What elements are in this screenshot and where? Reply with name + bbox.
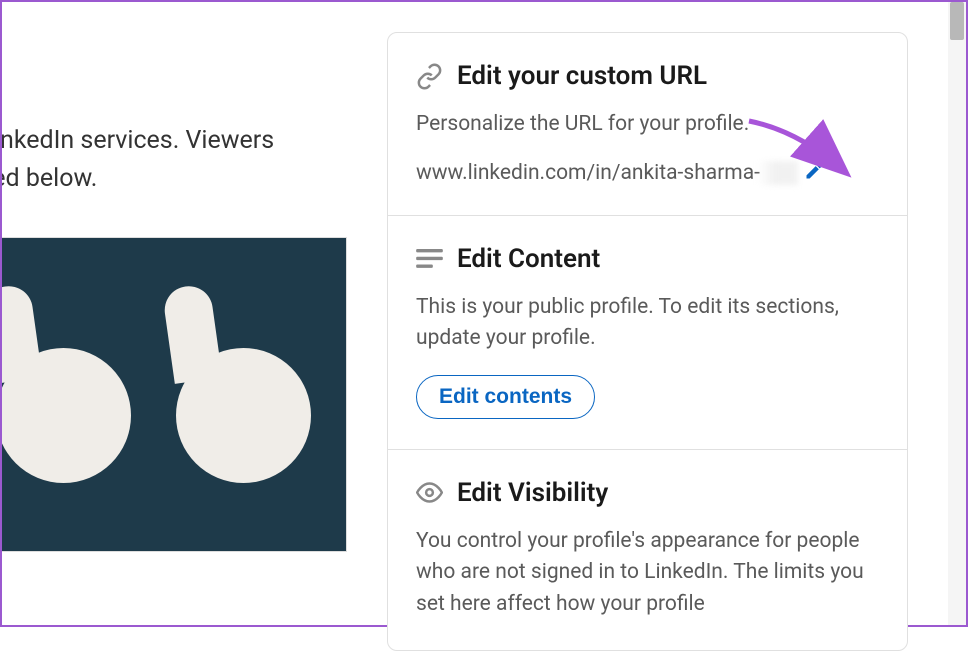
settings-card: Edit your custom URL Personalize the URL… [387, 32, 908, 651]
section-description: Personalize the URL for your profile. [416, 109, 879, 141]
eye-icon [416, 479, 443, 506]
url-row: www.linkedin.com/in/ankita-sharma- [416, 161, 879, 185]
left-content-panel: er off-LinkedIn services. Viewers displa… [2, 2, 347, 625]
section-description: You control your profile's appearance fo… [416, 526, 879, 621]
profile-url-text: www.linkedin.com/in/ankita-sharma- [416, 161, 760, 185]
edit-content-section: Edit Content This is your public profile… [388, 216, 907, 450]
edit-contents-button[interactable]: Edit contents [416, 375, 595, 419]
link-icon [416, 63, 443, 90]
section-description: This is your public profile. To edit its… [416, 292, 879, 355]
left-description-text: er off-LinkedIn services. Viewers displa… [2, 122, 347, 197]
section-title: Edit Visibility [457, 478, 608, 508]
profile-banner-image [2, 237, 347, 552]
content-lines-icon [416, 245, 443, 272]
scrollbar-thumb[interactable] [950, 2, 964, 40]
section-title: Edit Content [457, 244, 600, 274]
scrollbar-track[interactable] [948, 2, 966, 625]
settings-sidebar: Edit your custom URL Personalize the URL… [347, 2, 948, 625]
custom-url-section: Edit your custom URL Personalize the URL… [388, 33, 907, 216]
url-redacted [758, 161, 798, 185]
section-title: Edit your custom URL [457, 61, 707, 91]
edit-visibility-section: Edit Visibility You control your profile… [388, 450, 907, 651]
pencil-icon[interactable] [804, 161, 824, 185]
